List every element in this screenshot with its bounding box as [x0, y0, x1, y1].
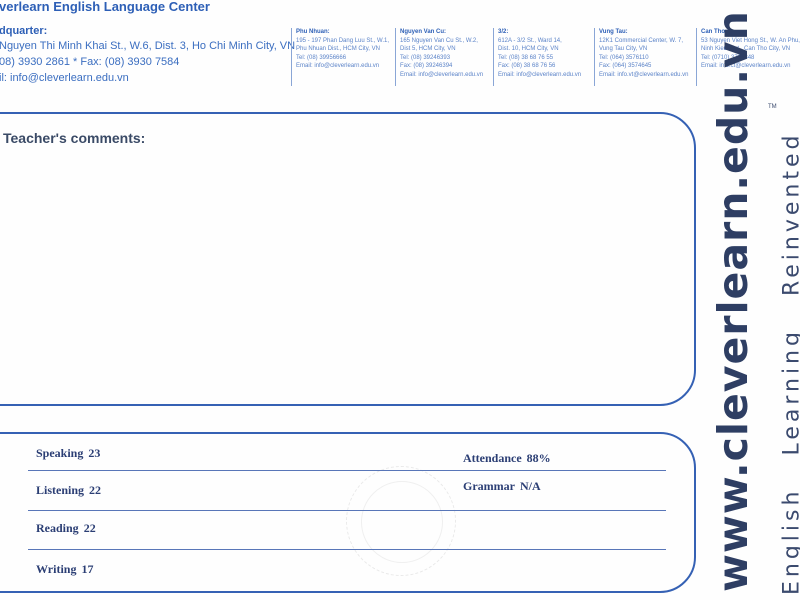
teacher-comments-label: Teacher's comments: [3, 130, 146, 146]
grammar-value: N/A [519, 479, 541, 493]
branch-line: Tel: (08) 39956666 [296, 54, 347, 61]
listening-score: Listening 22 [36, 483, 101, 498]
branch-line: Tel: (08) 39246393 [400, 54, 451, 61]
branch-phu-nhuan: Phu Nhuan: 195 - 197 Phan Dang Luu St., … [291, 28, 396, 86]
branch-line: Tel: (08) 38 68 76 55 [498, 54, 554, 61]
branch-line: Tel: (064) 3576110 [599, 54, 649, 61]
report-card-page: verlearn English Language Center dquarte… [0, 0, 800, 600]
branch-line: 12K1 Commercial Center, W. 7, [599, 37, 684, 44]
listening-label: Listening [36, 483, 85, 497]
branch-line: Email: info.vt@cleverlearn.edu.vn [599, 71, 689, 78]
tagline-word: Reinvented [779, 131, 800, 297]
speaking-label: Speaking [36, 446, 84, 460]
speaking-value: 23 [88, 446, 101, 460]
reading-value: 22 [83, 521, 96, 535]
branch-name: Vung Tau: [599, 29, 628, 35]
trademark-mark: TM [768, 104, 777, 110]
comments-box [0, 112, 696, 406]
tagline-word: Learning [779, 328, 800, 456]
branch-line: Email: info@cleverlearn.edu.vn [400, 71, 484, 78]
grammar-score: Grammar N/A [463, 479, 541, 494]
score-underline [28, 549, 666, 550]
branch-name: Phu Nhuan: [296, 29, 330, 35]
center-name: verlearn English Language Center [0, 0, 210, 14]
branch-vung-tau: Vung Tau: 12K1 Commercial Center, W. 7, … [594, 28, 697, 86]
writing-value: 17 [81, 562, 94, 576]
branch-line: 165 Nguyen Van Cu St., W.2, [400, 37, 478, 44]
headquarter-email: il: info@cleverlearn.edu.vn [0, 72, 129, 84]
score-underline [28, 470, 666, 471]
grammar-label: Grammar [463, 479, 515, 493]
branch-line: Phu Nhuan Dist., HCM City, VN [296, 46, 380, 53]
tagline-word: English [779, 487, 800, 595]
branch-name: Nguyen Van Cu: [400, 29, 447, 35]
listening-value: 22 [89, 483, 102, 497]
branch-line: 612A - 3/2 St., Ward 14, [498, 37, 562, 44]
faded-stamp [346, 466, 456, 576]
attendance-value: 88% [526, 451, 551, 465]
writing-score: Writing 17 [36, 562, 93, 577]
reading-label: Reading [36, 521, 79, 535]
attendance-score: Attendance 88% [463, 451, 551, 466]
branch-line: Vung Tau City, VN [599, 46, 648, 53]
tagline-vertical: English Learning Reinvented [779, 132, 800, 595]
branch-line: Email: info@cleverlearn.edu.vn [296, 63, 380, 70]
headquarter-phone-fax: 08) 3930 2861 * Fax: (08) 3930 7584 [0, 56, 180, 68]
website-url-vertical: www.cleverlearn.edu.vn [709, 10, 757, 592]
stamp-inner-ring [361, 481, 443, 563]
branch-line: Fax: (064) 3574645 [599, 63, 652, 70]
headquarter-title: dquarter: [0, 25, 48, 37]
branch-line: Email: info@cleverlearn.edu.vn [498, 71, 582, 78]
reading-score: Reading 22 [36, 521, 96, 536]
branch-nguyen-van-cu: Nguyen Van Cu: 165 Nguyen Van Cu St., W.… [395, 28, 496, 86]
branch-line: Fax: (08) 39246394 [400, 63, 453, 70]
headquarter-address: Nguyen Thi Minh Khai St., W.6, Dist. 3, … [0, 40, 296, 52]
writing-label: Writing [36, 562, 77, 576]
score-underline [28, 510, 666, 511]
branch-line: Fax: (08) 38 68 76 56 [498, 63, 556, 70]
branch-line: Dist. 10, HCM City, VN [498, 46, 559, 53]
branch-name: 3/2: [498, 29, 509, 35]
attendance-label: Attendance [463, 451, 522, 465]
branch-line: 195 - 197 Phan Dang Luu St., W.1, [296, 37, 390, 44]
branch-3-2: 3/2: 612A - 3/2 St., Ward 14, Dist. 10, … [493, 28, 594, 86]
branch-line: Dist 5, HCM City, VN [400, 46, 456, 53]
speaking-score: Speaking 23 [36, 446, 100, 461]
